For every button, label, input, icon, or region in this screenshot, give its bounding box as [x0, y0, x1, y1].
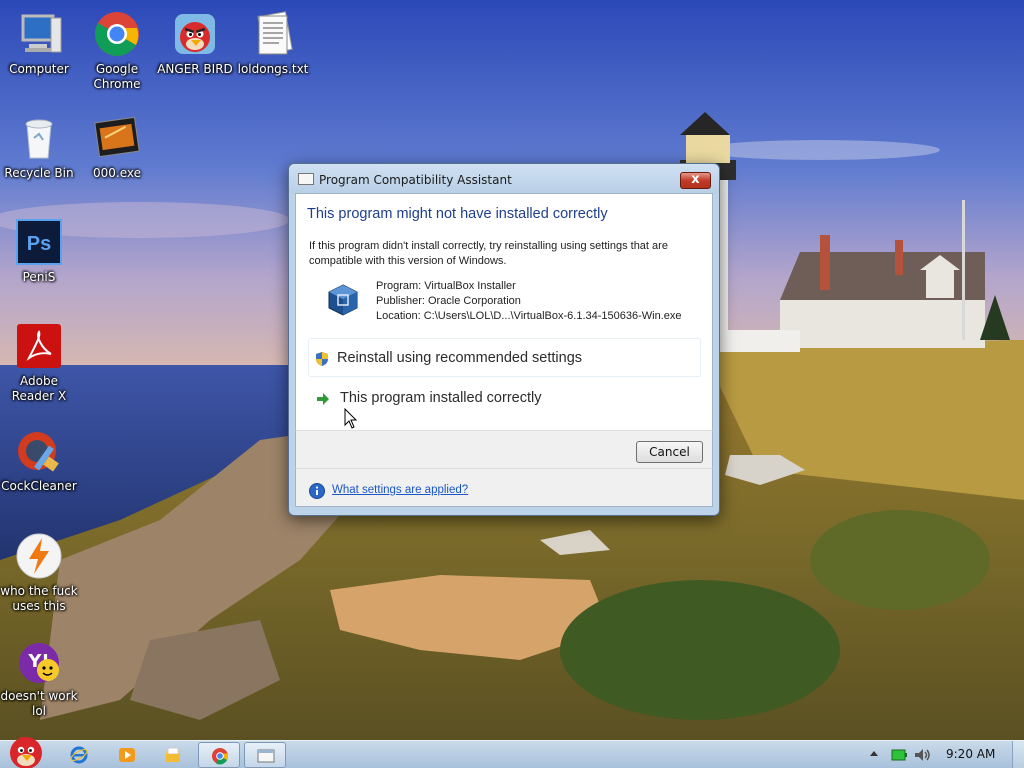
desktop-icon-doesnt-work-lol[interactable]: Y! doesn't work lol — [0, 637, 78, 719]
desktop-icon-label: Google Chrome — [93, 62, 141, 91]
dialog-titlebar[interactable]: Program Compatibility Assistant x — [289, 164, 719, 194]
virtualbox-icon — [328, 284, 358, 316]
taskbar-compatibility-assistant[interactable] — [244, 742, 286, 768]
dialog-description: If this program didn't install correctly… — [309, 240, 668, 267]
explorer-folder-icon — [166, 747, 180, 762]
desktop-icon-label: PeniS — [22, 270, 56, 284]
desktop-icon-label: ANGER BIRD — [157, 62, 233, 76]
media-player-icon — [119, 748, 135, 762]
what-settings-applied-link[interactable]: What settings are applied? — [332, 484, 468, 496]
compat-assistant-icon — [257, 749, 275, 763]
ccleaner-icon — [18, 432, 59, 472]
info-icon — [309, 483, 325, 499]
taskbar-google-chrome[interactable] — [198, 742, 240, 768]
show-hidden-icons-chevron-icon[interactable] — [868, 748, 880, 760]
mouse-cursor-icon — [344, 408, 358, 429]
desktop-icon-000-exe[interactable]: 000.exe — [78, 114, 156, 181]
taskbar-media-player[interactable] — [106, 742, 148, 768]
chrome-icon — [95, 12, 139, 56]
desktop-icon-cockcleaner[interactable]: CockCleaner — [0, 427, 78, 494]
desktop-icon-label: Adobe Reader X — [11, 374, 67, 403]
program-publisher: Publisher: Oracle Corporation — [376, 295, 521, 307]
taskbar-internet-explorer[interactable] — [58, 742, 100, 768]
start-button-angry-bird-icon[interactable] — [2, 733, 50, 768]
photoshop-icon: Ps — [16, 219, 62, 265]
dialog-heading: This program might not have installed co… — [307, 206, 608, 222]
desktop-icon-label: Computer — [9, 62, 69, 76]
reinstall-option-label: Reinstall using recommended settings — [337, 350, 583, 366]
desktop-icon-who-the-fuck-uses-this[interactable]: who the fuck uses this — [0, 532, 78, 614]
battery-icon[interactable] — [891, 748, 907, 762]
dialog-footer: What settings are applied? — [295, 468, 713, 507]
taskbar: 9:20 AM — [0, 736, 1024, 768]
computer-icon — [21, 14, 62, 53]
desktop-icon-recycle-bin[interactable]: Recycle Bin — [0, 114, 78, 181]
text-file-icon — [257, 11, 293, 55]
angry-bird-icon — [175, 14, 215, 54]
dialog-command-area: Cancel — [295, 430, 713, 468]
desktop-icon-label: who the fuck uses this — [0, 584, 78, 613]
program-compatibility-dialog: Program Compatibility Assistant x This p… — [288, 163, 720, 516]
svg-text:Ps: Ps — [27, 233, 51, 255]
program-name: Program: VirtualBox Installer — [376, 280, 516, 292]
desktop-icon-penis[interactable]: Ps PeniS — [0, 218, 78, 285]
adobe-reader-icon — [17, 324, 61, 368]
desktop-icon-computer[interactable]: Computer — [0, 10, 78, 77]
internet-explorer-icon — [70, 746, 88, 764]
uac-shield-icon — [316, 352, 328, 366]
program-info: Program: VirtualBox Installer Publisher:… — [376, 279, 682, 324]
dialog-title: Program Compatibility Assistant — [319, 173, 512, 187]
compat-assistant-icon — [298, 173, 314, 185]
desktop-icon-loldongs-txt[interactable]: loldongs.txt — [234, 10, 312, 77]
chrome-icon — [212, 748, 229, 765]
show-desktop-button[interactable] — [1012, 741, 1024, 768]
desktop-icon-label: 000.exe — [92, 166, 141, 180]
installed-correctly-option-button[interactable]: This program installed correctly — [308, 381, 701, 419]
program-location: Location: C:\Users\LOL\D...\VirtualBox-6… — [376, 310, 682, 322]
taskbar-windows-explorer[interactable] — [152, 742, 194, 768]
green-arrow-icon — [317, 393, 329, 405]
reinstall-option-button[interactable]: Reinstall using recommended settings — [308, 338, 701, 377]
close-button[interactable]: x — [680, 172, 711, 189]
exe-icon — [94, 116, 140, 158]
desktop-icon-anger-bird[interactable]: ANGER BIRD — [156, 10, 234, 77]
recycle-bin-icon — [25, 119, 53, 159]
winamp-icon — [16, 533, 62, 579]
volume-icon[interactable] — [913, 747, 931, 763]
desktop-icon-label: CockCleaner — [1, 479, 77, 493]
dialog-content: This program might not have installed co… — [295, 193, 713, 430]
desktop-icon-adobe-reader-x[interactable]: Adobe Reader X — [0, 322, 78, 404]
cancel-button[interactable]: Cancel — [636, 441, 703, 463]
desktop-icon-label: doesn't work lol — [0, 689, 78, 718]
desktop-icon-google-chrome[interactable]: Google Chrome — [78, 10, 156, 92]
taskbar-clock[interactable]: 9:20 AM — [946, 747, 995, 761]
close-icon: x — [691, 172, 700, 187]
installed-correctly-option-label: This program installed correctly — [340, 390, 542, 406]
yahoo-messenger-icon: Y! — [19, 643, 59, 683]
desktop-icon-label: loldongs.txt — [237, 62, 309, 76]
desktop-icon-label: Recycle Bin — [4, 166, 74, 180]
